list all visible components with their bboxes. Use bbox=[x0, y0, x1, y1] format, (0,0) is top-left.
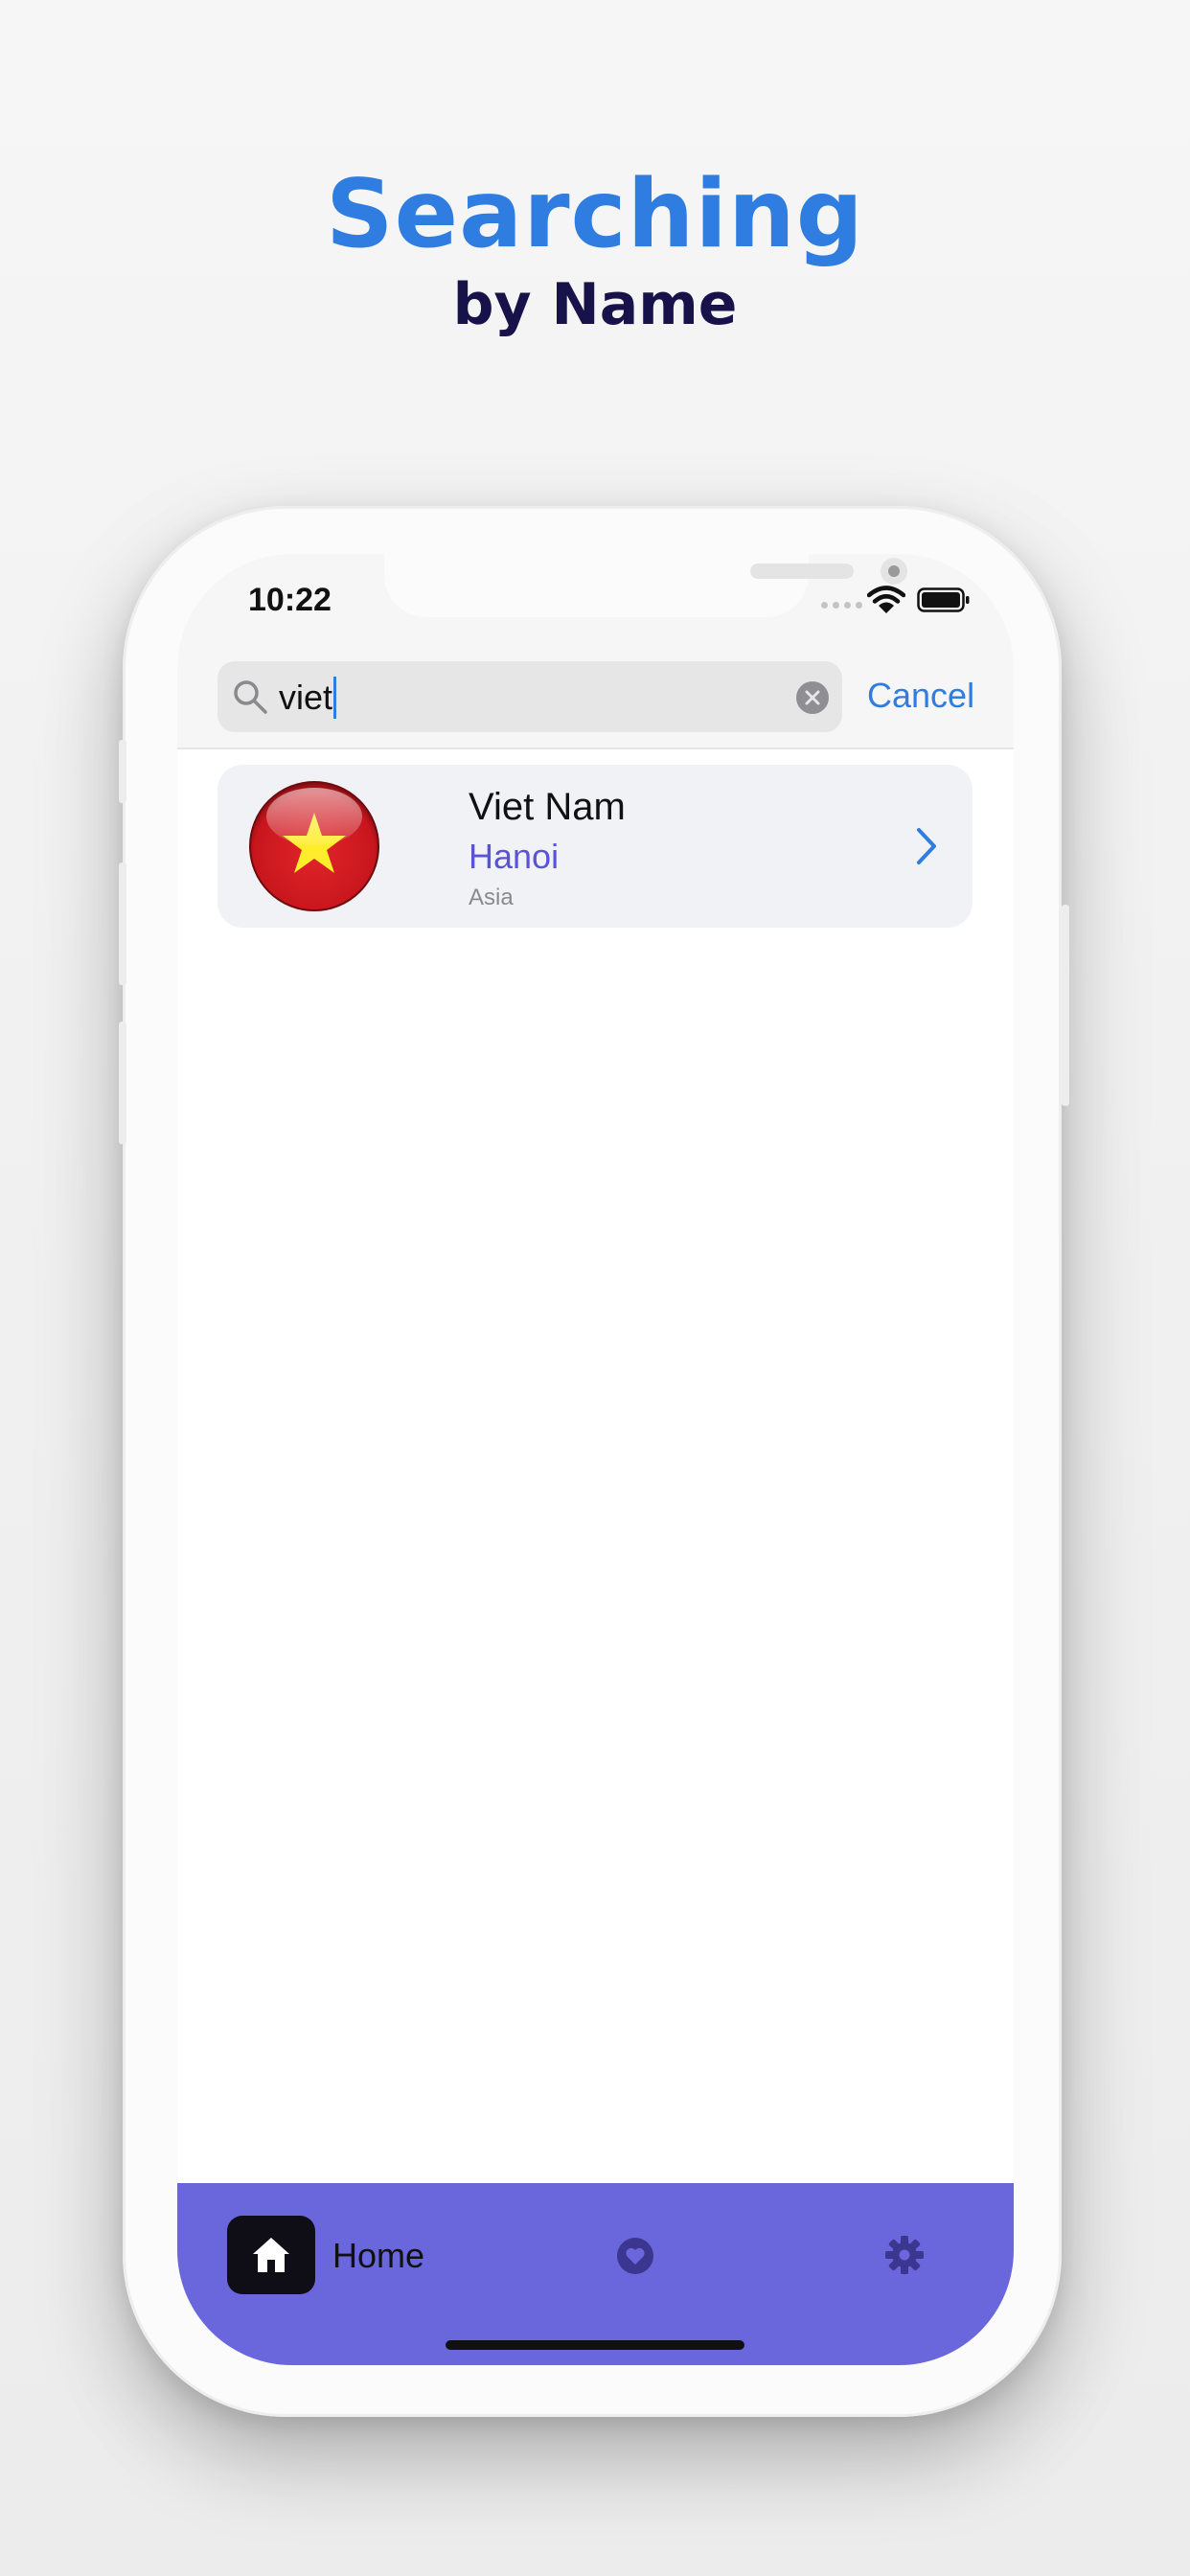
notch bbox=[384, 554, 907, 617]
volume-up-button bbox=[119, 862, 126, 985]
speaker-grille bbox=[750, 564, 854, 579]
power-button bbox=[1062, 905, 1069, 1106]
gear-icon[interactable] bbox=[884, 2235, 925, 2275]
search-query-text: viet bbox=[279, 678, 333, 717]
tab-home[interactable] bbox=[227, 2216, 315, 2294]
promo-title: Searching bbox=[326, 160, 864, 269]
cancel-button[interactable]: Cancel bbox=[867, 675, 974, 717]
search-input[interactable]: viet bbox=[217, 661, 842, 732]
cellular-signal-icon bbox=[821, 602, 862, 609]
search-query[interactable]: viet bbox=[279, 677, 337, 719]
vietnam-flag-icon bbox=[249, 781, 379, 911]
chevron-right-icon bbox=[917, 828, 936, 864]
volume-down-button bbox=[119, 1022, 126, 1144]
capital-name: Hanoi bbox=[469, 837, 560, 876]
tab-home-label[interactable]: Home bbox=[332, 2235, 424, 2277]
home-indicator[interactable] bbox=[446, 2340, 744, 2350]
mute-switch bbox=[119, 740, 126, 803]
clear-search-icon[interactable] bbox=[795, 680, 830, 715]
tab-bar: Home bbox=[177, 2183, 1014, 2365]
country-name: Viet Nam bbox=[469, 786, 626, 828]
home-icon bbox=[253, 2238, 289, 2272]
search-icon bbox=[234, 680, 267, 714]
front-camera bbox=[881, 558, 907, 585]
search-header: 10:22 viet Cancel bbox=[177, 554, 1014, 749]
wifi-icon bbox=[867, 586, 905, 613]
phone-screen: 10:22 viet Cancel Viet Nam Hanoi Asia Ho… bbox=[177, 554, 1014, 2365]
battery-icon bbox=[917, 587, 970, 612]
text-cursor bbox=[333, 677, 337, 719]
promo-subtitle: by Name bbox=[452, 271, 738, 338]
status-time: 10:22 bbox=[248, 582, 332, 618]
region-name: Asia bbox=[469, 885, 514, 910]
heart-icon[interactable] bbox=[616, 2237, 654, 2275]
list-item[interactable]: Viet Nam Hanoi Asia bbox=[217, 765, 973, 928]
